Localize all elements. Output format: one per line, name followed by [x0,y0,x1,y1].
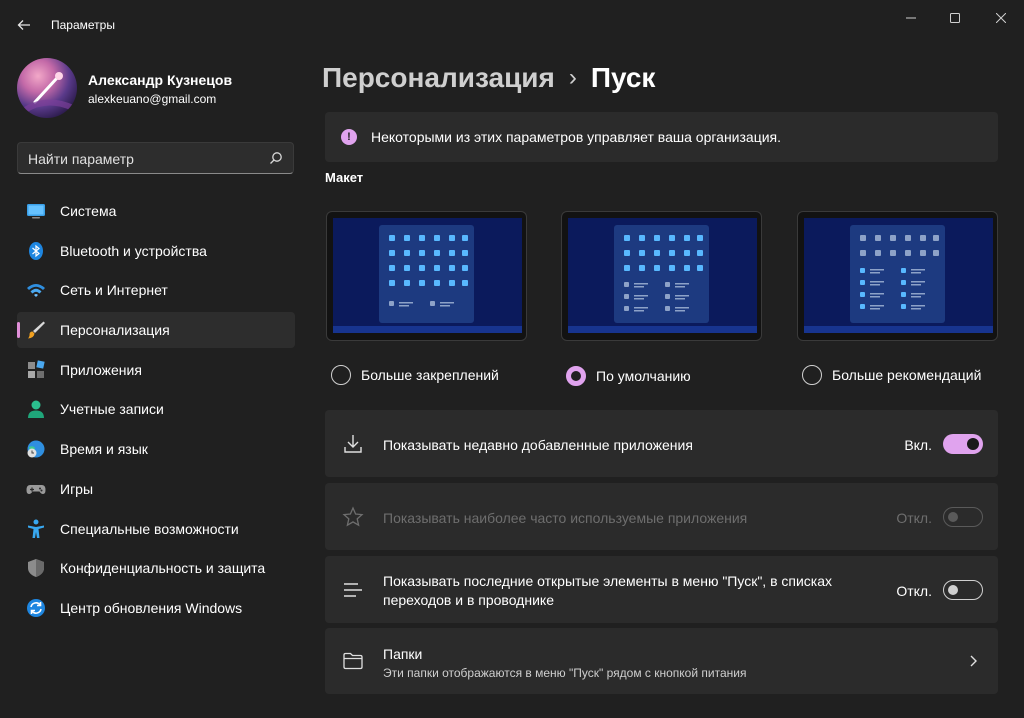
setting-recently-added[interactable]: Показывать недавно добавленные приложени… [325,410,998,477]
title-bar: Параметры [0,0,1024,48]
breadcrumb-parent[interactable]: Персонализация [322,62,555,94]
sidebar-item-label: Система [60,203,117,219]
setting-label: Папки [383,646,423,662]
layout-preview-more-recommendations[interactable] [797,211,998,341]
sidebar-item-apps[interactable]: Приложения [17,352,295,388]
shield-icon [28,559,44,578]
radio-option-default[interactable]: По умолчанию [566,365,691,387]
info-icon: ! [341,129,357,145]
radio-button[interactable] [802,365,822,385]
toggle-switch[interactable] [943,580,983,600]
sidebar-item-label: Приложения [60,361,142,378]
info-text: Некоторыми из этих параметров управляет … [371,129,782,145]
sidebar-item-label: Учетные записи [60,401,164,418]
sidebar-item-network[interactable]: Сеть и Интернет [17,272,295,308]
window-title: Параметры [51,18,115,32]
sidebar-item-label: Персонализация [60,322,170,339]
page-title: Пуск [590,62,656,93]
setting-label-line2: переходов и в проводнике [383,592,554,608]
sidebar-item-label: Специальные возможности [60,520,239,537]
setting-most-used[interactable]: Показывать наиболее часто используемые п… [325,483,998,550]
maximize-button[interactable] [932,6,978,30]
radio-option-more-pins[interactable]: Больше закреплений [331,364,499,386]
brush-icon [28,321,45,339]
globe-clock-icon [27,440,45,458]
setting-folders[interactable]: Папки Эти папки отображаются в меню "Пус… [325,628,998,694]
folder-icon [343,652,363,670]
account-icon [28,400,44,419]
section-title: Макет [325,170,364,185]
toggle-state-label: Вкл. [904,437,932,453]
sidebar-item-accounts[interactable]: Учетные записи [17,391,295,427]
search-icon[interactable] [269,151,283,165]
gamepad-icon [26,484,46,494]
sidebar-item-system[interactable]: Система [17,193,295,229]
system-icon [27,204,45,219]
radio-button[interactable] [331,365,351,385]
breadcrumb: Персонализация › Пуск [322,58,655,98]
star-icon [342,506,364,527]
sidebar-item-gaming[interactable]: Игры [17,471,295,507]
sidebar-item-accessibility[interactable]: Специальные возможности [17,511,295,547]
apps-icon [28,360,45,378]
profile-name[interactable]: Александр Кузнецов [88,72,232,88]
download-icon [344,435,362,453]
sidebar-item-label: Время и язык [60,441,148,458]
radio-label: Больше закреплений [361,367,499,383]
radio-option-more-recommendations[interactable]: Больше рекомендаций [802,364,981,386]
setting-label-line1: Показывать последние открытые элементы в… [383,573,833,589]
toggle-switch[interactable] [943,434,983,454]
layout-preview-more-pins[interactable] [326,211,527,341]
accessibility-icon [28,519,44,538]
chevron-right-icon[interactable] [966,654,980,668]
avatar[interactable] [17,58,77,118]
back-arrow-icon[interactable] [12,13,36,37]
minimize-button[interactable] [888,6,934,30]
sidebar-item-label: Центр обновления Windows [60,599,243,616]
sidebar-item-bluetooth[interactable]: Bluetooth и устройства [17,233,295,269]
bluetooth-icon [29,241,43,260]
sidebar-nav: Система Bluetooth и устройства Сеть и Ин… [17,193,295,630]
radio-label: Больше рекомендаций [832,367,982,383]
profile-email: alexkeuano@gmail.com [88,92,217,106]
setting-recent-items[interactable]: Показывать последние открытые элементы в… [325,556,998,623]
sidebar-item-privacy[interactable]: Конфиденциальность и защита [17,550,295,586]
setting-label: Показывать наиболее часто используемые п… [383,510,748,526]
toggle-state-label: Откл. [896,510,932,526]
sidebar-item-label: Сеть и Интернет [60,282,168,299]
toggle-state-label: Откл. [896,583,932,599]
radio-button-selected[interactable] [566,366,586,386]
setting-sublabel: Эти папки отображаются в меню "Пуск" ряд… [383,666,747,680]
sidebar-item-label: Bluetooth и устройства [60,242,207,259]
breadcrumb-separator: › [568,64,577,91]
sidebar-item-label: Игры [60,480,94,497]
sidebar-item-time-language[interactable]: Время и язык [17,431,295,467]
info-bar: ! Некоторыми из этих параметров управляе… [325,112,998,162]
sidebar-item-label: Конфиденциальность и защита [60,560,266,577]
sidebar-item-windows-update[interactable]: Центр обновления Windows [17,590,295,626]
update-icon [27,598,45,617]
search-input[interactable]: Найти параметр [28,151,134,167]
layout-preview-default[interactable] [561,211,762,341]
toggle-switch[interactable] [943,507,983,527]
sidebar-item-personalization[interactable]: Персонализация [17,312,295,349]
setting-label: Показывать недавно добавленные приложени… [383,437,693,453]
radio-label: По умолчанию [596,368,691,384]
list-icon [344,583,362,597]
search-box[interactable]: Найти параметр [17,142,294,174]
close-button[interactable] [978,6,1024,30]
wifi-icon [27,284,45,298]
